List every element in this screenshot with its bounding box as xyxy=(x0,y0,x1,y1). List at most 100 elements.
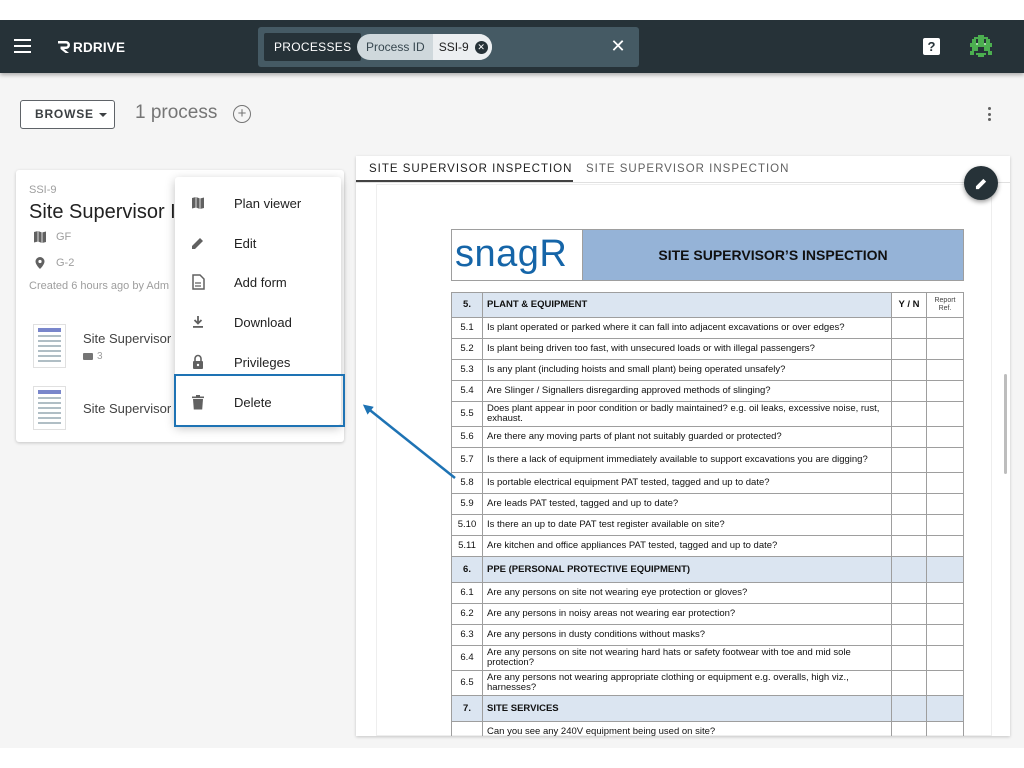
help-icon[interactable]: ? xyxy=(923,38,940,55)
report-ref-cell xyxy=(926,380,964,402)
item-number: 5.5 xyxy=(451,401,483,427)
report-ref-cell xyxy=(926,721,964,736)
dropdown-caret-icon xyxy=(98,112,107,117)
yes-no-cell xyxy=(891,721,927,736)
yes-no-cell xyxy=(891,624,927,646)
map-icon xyxy=(34,231,46,243)
document-header: snagR SITE SUPERVISOR’S INSPECTION xyxy=(451,229,964,281)
browse-button[interactable]: BROWSE xyxy=(20,100,115,129)
checklist-row: 6.3 Are any persons in dusty conditions w… xyxy=(451,624,964,646)
yes-no-cell xyxy=(891,447,927,473)
menu-item-add-form[interactable]: Add form xyxy=(175,263,341,301)
yes-no-cell xyxy=(891,317,927,339)
item-question: Is portable electrical equipment PAT tes… xyxy=(482,472,892,494)
search-bar[interactable]: PROCESSES Process ID SSI-9 ✕ ✕ xyxy=(258,27,639,67)
report-ref-cell xyxy=(926,401,964,427)
document-name: Site Supervisor xyxy=(83,401,172,416)
location-label: G-2 xyxy=(56,257,75,269)
viewer-tabs: SITE SUPERVISOR INSPECTION SITE SUPERVIS… xyxy=(356,156,1010,183)
inspection-checklist: 5. PLANT & EQUIPMENT Y / N Report Ref. 5.1 Is… xyxy=(451,292,964,736)
report-ref-cell xyxy=(926,535,964,557)
checklist-row: 6.1 Are any persons on site not wearing e… xyxy=(451,582,964,604)
checklist-section-row: 7. SITE SERVICES xyxy=(451,695,964,722)
tab-site-supervisor-inspection-1[interactable]: SITE SUPERVISOR INSPECTION xyxy=(369,163,572,175)
report-ref-cell xyxy=(926,514,964,536)
remove-filter-icon[interactable]: ✕ xyxy=(474,40,488,54)
menu-item-plan-viewer[interactable]: Plan viewer xyxy=(175,184,341,222)
checklist-row: 5.1 Is plant operated or parked where it … xyxy=(451,317,964,339)
checklist-row: 6.4 Are any persons on site not wearing h… xyxy=(451,645,964,671)
menu-item-label: Plan viewer xyxy=(234,195,302,211)
report-ref-cell xyxy=(926,359,964,381)
item-question: PPE (PERSONAL PROTECTIVE EQUIPMENT) xyxy=(482,556,892,583)
menu-item-label: Edit xyxy=(234,235,257,251)
item-number: 7.1 xyxy=(451,721,483,736)
item-number: 6.5 xyxy=(451,670,483,696)
report-ref-cell xyxy=(926,426,964,448)
item-question: Are any persons in dusty conditions with… xyxy=(482,624,892,646)
item-number: 6.2 xyxy=(451,603,483,625)
item-number: 5.11 xyxy=(451,535,483,557)
viewer-scrollbar[interactable] xyxy=(1004,374,1007,474)
process-count: 1 process xyxy=(135,102,218,123)
process-id-filter-chip[interactable]: Process ID SSI-9 ✕ xyxy=(357,34,492,60)
checklist-row: 5.10 Is there an up to date PAT test regi… xyxy=(451,514,964,536)
top-bar: RDRIVE PROCESSES Process ID SSI-9 ✕ ✕ ? xyxy=(0,20,1024,73)
avatar[interactable] xyxy=(968,33,994,59)
item-question: Are kitchen and office appliances PAT te… xyxy=(482,535,892,557)
clear-search-icon[interactable]: ✕ xyxy=(609,37,627,55)
floor-label: GF xyxy=(56,231,72,243)
map-icon xyxy=(190,195,206,211)
tab-site-supervisor-inspection-2[interactable]: SITE SUPERVISOR INSPECTION xyxy=(586,163,789,175)
item-question: Can you see any 240V equipment being use… xyxy=(482,721,892,736)
item-number: 5.6 xyxy=(451,426,483,448)
item-number: 5.4 xyxy=(451,380,483,402)
document-page: snagR SITE SUPERVISOR’S INSPECTION 5. PLA… xyxy=(376,184,992,736)
form-icon xyxy=(190,274,206,290)
app-logo[interactable]: RDRIVE xyxy=(56,37,125,57)
checklist-row: 5.7 Is there a lack of equipment immediat… xyxy=(451,447,964,473)
checklist-row: 5.8 Is portable electrical equipment PAT … xyxy=(451,472,964,494)
checklist-row: 5.4 Are Slinger / Signallers disregarding… xyxy=(451,380,964,402)
yes-no-cell xyxy=(891,670,927,696)
process-id: SSI-9 xyxy=(29,184,57,196)
item-number: 5.1 xyxy=(451,317,483,339)
more-options-icon[interactable] xyxy=(986,107,992,123)
yes-no-cell xyxy=(891,645,927,671)
report-ref-cell xyxy=(926,603,964,625)
menu-item-edit[interactable]: Edit xyxy=(175,224,341,262)
yes-no-cell xyxy=(891,695,927,722)
checklist-section-row: 5. PLANT & EQUIPMENT Y / N Report Ref. xyxy=(451,292,964,318)
filter-key: Process ID xyxy=(366,40,425,54)
location-pin-icon xyxy=(35,257,45,269)
item-question: Is plant being driven too fast, with uns… xyxy=(482,338,892,360)
app-window: RDRIVE PROCESSES Process ID SSI-9 ✕ ✕ ? xyxy=(0,20,1024,748)
pencil-icon xyxy=(190,235,206,251)
edit-fab-button[interactable] xyxy=(964,166,998,200)
yes-no-cell: Y / N xyxy=(891,292,927,318)
menu-icon[interactable] xyxy=(14,39,31,53)
checklist-row: 5.3 Is any plant (including hoists and sm… xyxy=(451,359,964,381)
item-question: Is plant operated or parked where it can… xyxy=(482,317,892,339)
item-question: Is there an up to date PAT test register… xyxy=(482,514,892,536)
menu-item-download[interactable]: Download xyxy=(175,303,341,341)
menu-item-label: Add form xyxy=(234,274,287,290)
yes-no-cell xyxy=(891,359,927,381)
document-viewer: SITE SUPERVISOR INSPECTION SITE SUPERVIS… xyxy=(356,156,1010,736)
processes-chip[interactable]: PROCESSES xyxy=(264,33,362,61)
report-ref-cell xyxy=(926,338,964,360)
document-thumbnail xyxy=(33,386,66,430)
checklist-section-row: 6. PPE (PERSONAL PROTECTIVE EQUIPMENT) xyxy=(451,556,964,583)
yes-no-cell xyxy=(891,535,927,557)
item-number: 5.8 xyxy=(451,472,483,494)
document-title: SITE SUPERVISOR’S INSPECTION xyxy=(582,230,963,280)
filter-value-wrap: SSI-9 ✕ xyxy=(432,34,492,60)
document-attachments: 3 xyxy=(83,351,103,362)
item-number: 6.1 xyxy=(451,582,483,604)
item-question: Are any persons on site not wearing hard… xyxy=(482,645,892,671)
add-process-icon[interactable]: + xyxy=(233,105,251,123)
item-question: Are any persons not wearing appropriate … xyxy=(482,670,892,696)
item-number: 5.7 xyxy=(451,447,483,473)
item-question: PLANT & EQUIPMENT xyxy=(482,292,892,318)
report-ref-cell xyxy=(926,624,964,646)
